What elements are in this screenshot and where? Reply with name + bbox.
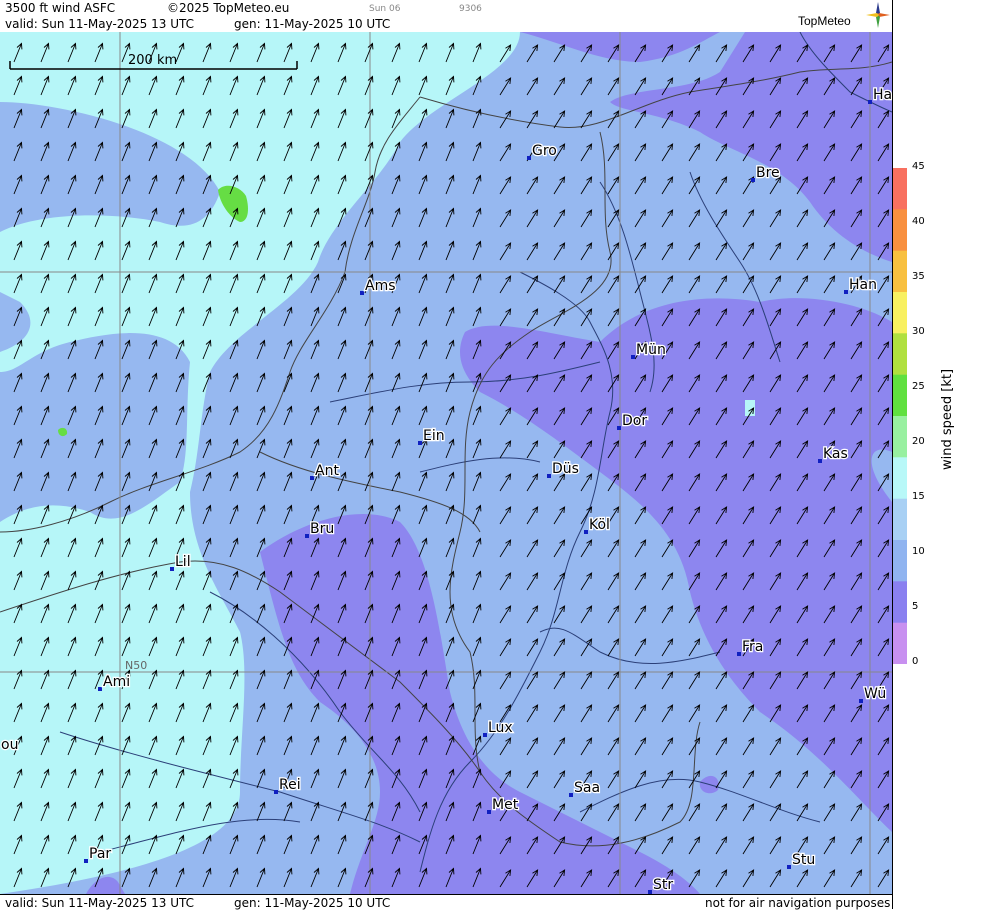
colorbar-tick: 10 (912, 546, 925, 557)
footer-generated-time: gen: 11-May-2025 10 UTC (234, 896, 391, 910)
colorbar-label: wind speed [kt] (940, 368, 955, 470)
scale-bar-label: 200 km (128, 53, 177, 68)
city-dot (170, 567, 174, 571)
city-dot (547, 474, 551, 478)
city-label: Kas (823, 446, 848, 462)
colorbar-step (893, 168, 907, 210)
city-dot (274, 790, 278, 794)
colorbar-step (893, 622, 907, 664)
city-label: Bre (756, 165, 780, 181)
colorbar-step (893, 540, 907, 582)
colorbar-tick: 35 (912, 271, 925, 282)
city-dot (98, 687, 102, 691)
city-dot (360, 291, 364, 295)
city-dot (737, 652, 741, 656)
colorbar-step (893, 581, 907, 624)
colorbar-step (893, 333, 907, 376)
city-dot (818, 459, 822, 463)
topmeteo-logo: TopMeteo (798, 14, 851, 28)
generated-time: gen: 11-May-2025 10 UTC (234, 17, 391, 31)
city-label: Düs (552, 461, 579, 477)
grid-label-n50: N50 (125, 659, 147, 672)
city-dot (787, 865, 791, 869)
city-dot (617, 426, 621, 430)
city-label: Rei (279, 777, 301, 793)
city-dot (859, 699, 863, 703)
wind-map: N50 200 km Ha Gro Bre Ams Han Mün Dor Ein Kas Ant… (0, 32, 892, 894)
city-label: Wü (864, 686, 886, 702)
city-label: Lil (175, 554, 191, 570)
city-dot (844, 290, 848, 294)
slot-day: Sun 06 (369, 4, 401, 14)
colorbar-step (893, 374, 907, 417)
city-dot (310, 476, 314, 480)
city-label: Bru (310, 521, 334, 537)
city-dot (569, 793, 573, 797)
city-dot (584, 530, 588, 534)
copyright: ©2025 TopMeteo.eu (167, 1, 290, 15)
colorbar-tick: 40 (912, 216, 925, 227)
city-label: Par (89, 846, 111, 862)
city-label: Gro (532, 143, 557, 159)
city-dot (868, 100, 872, 104)
colorbar-tick: 30 (912, 326, 925, 337)
colorbar-tick: 20 (912, 436, 925, 447)
colorbar-tick: 0 (912, 656, 919, 667)
city-dot (305, 534, 309, 538)
city-label: Lux (488, 720, 513, 736)
colorbar-step (893, 292, 907, 334)
city-label: Köl (589, 517, 610, 533)
city-label: Ein (423, 428, 445, 444)
colorbar-step (893, 250, 907, 293)
city-label: ou (1, 737, 18, 753)
city-label: Dor (622, 413, 647, 429)
city-dot (487, 810, 491, 814)
city-label: Mün (636, 342, 666, 358)
city-dot (751, 178, 755, 182)
city-dot (418, 441, 422, 445)
city-label: Saa (574, 780, 600, 796)
city-label: Met (492, 797, 519, 813)
city-label: Han (849, 277, 877, 293)
city-label: Fra (742, 639, 763, 655)
city-dot (84, 859, 88, 863)
city-dot (483, 733, 487, 737)
colorbar-tick: 15 (912, 491, 925, 502)
city-label: Ami (103, 674, 130, 690)
colorbar-step (893, 209, 907, 252)
slot-code: 9306 (459, 4, 482, 14)
city-label: Ams (365, 278, 396, 294)
footer-valid-time: valid: Sun 11-May-2025 13 UTC (5, 896, 194, 910)
city-dot (631, 355, 635, 359)
city-label: Str (653, 877, 673, 893)
map-header: 3500 ft wind ASFC ©2025 TopMeteo.eu Sun … (0, 0, 892, 33)
valid-time: valid: Sun 11-May-2025 13 UTC (5, 17, 194, 31)
wind-speed-colorbar (893, 168, 907, 664)
city-dot (527, 156, 531, 160)
colorbar-step (893, 416, 907, 458)
colorbar-step (893, 457, 907, 500)
colorbar-tick: 5 (912, 601, 919, 612)
compass-star-icon (866, 2, 890, 28)
city-label: Ha (873, 87, 892, 103)
city-label: Stu (792, 852, 815, 868)
colorbar-tick: 45 (912, 161, 925, 172)
footer-disclaimer: not for air navigation purposes (705, 896, 891, 910)
colorbar-tick: 25 (912, 381, 925, 392)
colorbar-step (893, 498, 907, 541)
product-title: 3500 ft wind ASFC (5, 1, 116, 15)
city-label: Ant (315, 463, 339, 479)
map-footer: valid: Sun 11-May-2025 13 UTC gen: 11-Ma… (0, 894, 892, 910)
